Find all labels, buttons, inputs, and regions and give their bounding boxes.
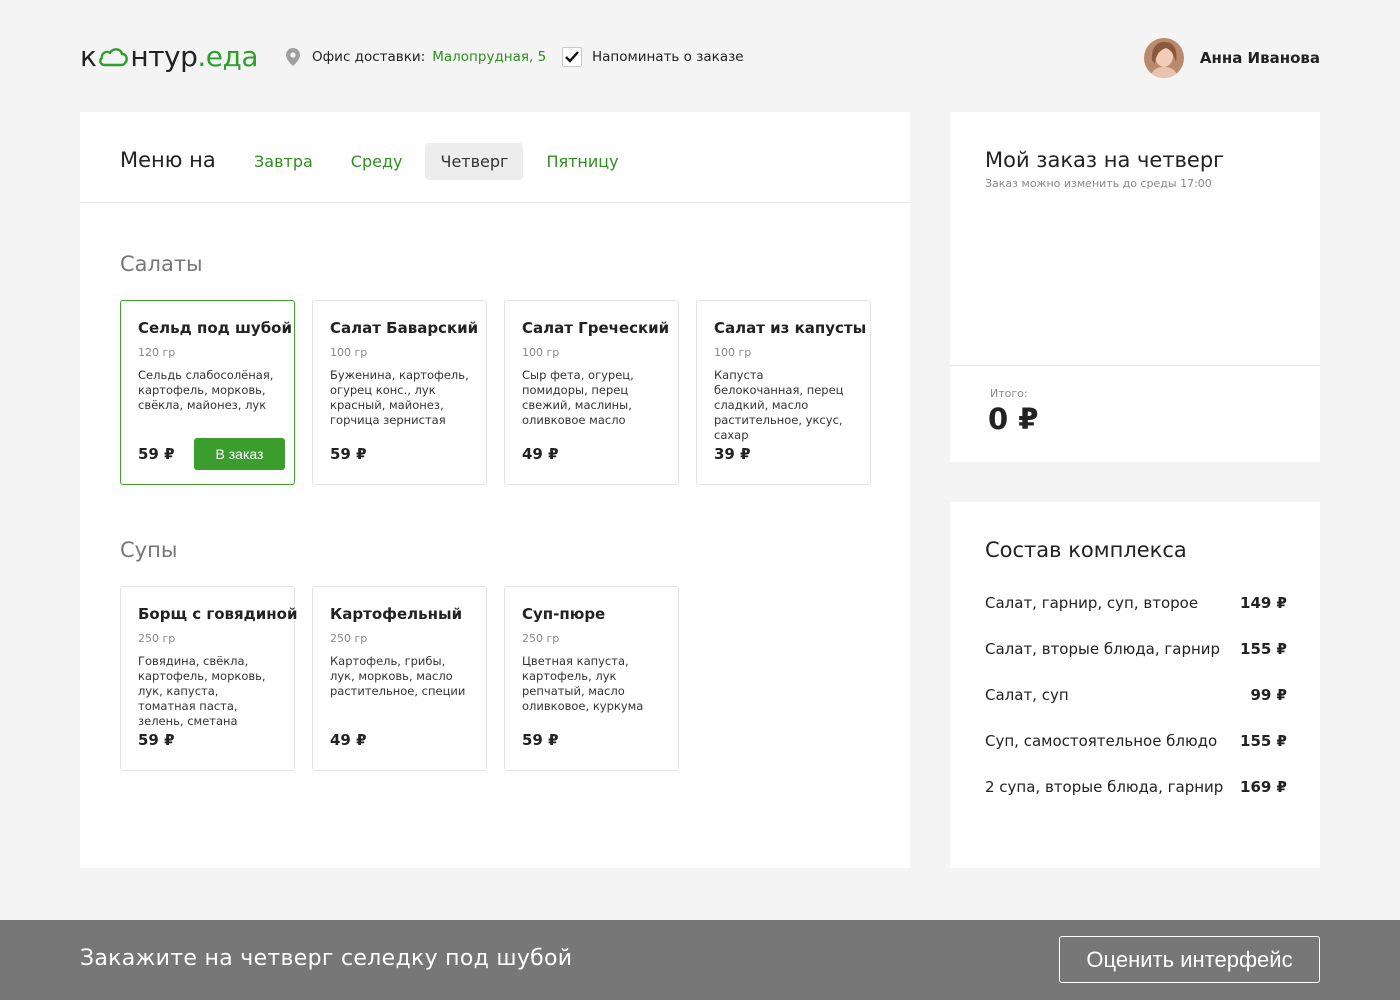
checkmark-icon xyxy=(565,51,579,63)
dish-description: Говядина, свёкла, картофель, морковь, лу… xyxy=(138,654,266,728)
complex-label: Суп, самостоятельное блюдо xyxy=(985,732,1218,750)
complex-row: Салат, суп 99 ₽ xyxy=(985,686,1287,704)
soups-list: Борщ с говядиной 250 гр Говядина, свёкла… xyxy=(120,586,696,771)
dish-price: 59 ₽ xyxy=(138,731,175,749)
complex-row: Салат, вторые блюда, гарнир 155 ₽ xyxy=(985,640,1287,658)
logo-text-k: к xyxy=(80,39,97,73)
cloud-logo-icon xyxy=(99,48,129,67)
avatar-image xyxy=(1143,38,1184,78)
complex-title: Состав комплекса xyxy=(985,538,1187,562)
dish-weight: 250 гр xyxy=(522,632,560,645)
dish-name: Сельд под шубой xyxy=(138,319,292,337)
dish-price: 49 ₽ xyxy=(330,731,367,749)
dish-description: Сельдь слабосолёная, картофель, морковь,… xyxy=(138,368,274,412)
complex-row: 2 супа, вторые блюда, гарнир 169 ₽ xyxy=(985,778,1287,796)
day-tabs: Завтра Среду Четверг Пятницу xyxy=(239,143,642,180)
dish-card[interactable]: Салат Баварский 100 гр Буженина, картофе… xyxy=(312,300,487,485)
complex-price: 149 ₽ xyxy=(1240,594,1287,612)
dish-weight: 100 гр xyxy=(714,346,752,359)
complex-price: 155 ₽ xyxy=(1240,640,1287,658)
dish-card[interactable]: Картофельный 250 гр Картофель, грибы, лу… xyxy=(312,586,487,771)
add-to-order-button[interactable]: В заказ xyxy=(194,438,285,470)
complex-label: Салат, суп xyxy=(985,686,1069,704)
complex-label: Салат, вторые блюда, гарнир xyxy=(985,640,1221,658)
location-pin-icon xyxy=(286,48,300,66)
logo-text-eda: еда xyxy=(205,39,259,73)
menu-day-selector: Меню на Завтра Среду Четверг Пятницу xyxy=(80,112,910,203)
office-label: Офис доставки: xyxy=(312,49,426,65)
menu-title: Меню на xyxy=(120,148,216,172)
order-deadline-note: Заказ можно изменить до среды 17:00 xyxy=(985,177,1212,190)
dish-price: 49 ₽ xyxy=(522,445,559,463)
complex-row: Суп, самостоятельное блюдо 155 ₽ xyxy=(985,732,1287,750)
dish-name: Борщ с говядиной xyxy=(138,605,298,623)
dish-card[interactable]: Салат из капусты 100 гр Капуста белокоча… xyxy=(696,300,871,485)
menu-panel: Меню на Завтра Среду Четверг Пятницу Сал… xyxy=(80,112,910,868)
total-label: Итого: xyxy=(990,387,1028,400)
dish-description: Цветная капуста, картофель, лук репчатый… xyxy=(522,654,644,713)
dish-name: Салат Греческий xyxy=(522,319,670,337)
tab-tomorrow[interactable]: Завтра xyxy=(239,143,328,180)
rate-interface-button[interactable]: Оценить интерфейс xyxy=(1059,936,1320,983)
tab-wednesday[interactable]: Среду xyxy=(336,143,418,180)
tab-thursday[interactable]: Четверг xyxy=(425,143,524,180)
dish-weight: 250 гр xyxy=(330,632,368,645)
user-profile[interactable]: Анна Иванова xyxy=(1143,38,1320,78)
remind-option[interactable]: Напоминать о заказе xyxy=(562,47,744,67)
dish-name: Салат Баварский xyxy=(330,319,479,337)
remind-checkbox[interactable] xyxy=(562,47,582,67)
complex-price: 99 ₽ xyxy=(1250,686,1287,704)
dish-card[interactable]: Суп-пюре 250 гр Цветная капуста, картофе… xyxy=(504,586,679,771)
avatar[interactable] xyxy=(1143,38,1184,78)
complex-label: Салат, гарнир, суп, второе xyxy=(985,594,1199,612)
office-address-link[interactable]: Малопрудная, 5 xyxy=(432,49,546,65)
tab-friday[interactable]: Пятницу xyxy=(531,143,633,180)
dish-card[interactable]: Салат Греческий 100 гр Сыр фета, огурец,… xyxy=(504,300,679,485)
user-name: Анна Иванова xyxy=(1199,49,1320,67)
header: к нтур. еда Офис доставки: Малопрудная, 5… xyxy=(80,36,1320,80)
order-title: Мой заказ на четверг xyxy=(985,148,1225,172)
dish-weight: 100 гр xyxy=(522,346,560,359)
dish-weight: 100 гр xyxy=(330,346,368,359)
total-value: 0 ₽ xyxy=(988,402,1039,436)
dish-price: 59 ₽ xyxy=(138,445,175,463)
dish-description: Сыр фета, огурец, помидоры, перец свежий… xyxy=(522,368,634,427)
dish-description: Картофель, грибы, лук, морковь, масло ра… xyxy=(330,654,466,698)
logo-text-ntur: нтур xyxy=(130,39,198,73)
dish-name: Салат из капусты xyxy=(714,319,867,337)
dish-card[interactable]: Борщ с говядиной 250 гр Говядина, свёкла… xyxy=(120,586,298,771)
dish-card[interactable]: Сельд под шубой 120 гр Сельдь слабосолён… xyxy=(120,300,295,485)
divider xyxy=(950,365,1320,366)
dish-weight: 120 гр xyxy=(138,346,176,359)
dish-name: Картофельный xyxy=(330,605,463,623)
complex-panel: Состав комплекса Салат, гарнир, суп, вто… xyxy=(950,502,1320,868)
dish-name: Суп-пюре xyxy=(522,605,606,623)
dish-price: 59 ₽ xyxy=(522,731,559,749)
dish-price: 39 ₽ xyxy=(714,445,751,463)
dish-description: Капуста белокочанная, перец сладкий, мас… xyxy=(714,368,844,442)
dish-price: 59 ₽ xyxy=(330,445,367,463)
complex-price: 169 ₽ xyxy=(1240,778,1287,796)
complex-row: Салат, гарнир, суп, второе 149 ₽ xyxy=(985,594,1287,612)
dish-weight: 250 гр xyxy=(138,632,176,645)
logo[interactable]: к нтур. еда xyxy=(80,38,259,74)
section-title-salads: Салаты xyxy=(120,252,203,276)
delivery-office: Офис доставки: Малопрудная, 5 xyxy=(286,48,546,66)
footer-bar: Закажите на четверг селедку под шубой Оц… xyxy=(0,920,1400,1000)
complex-label: 2 супа, вторые блюда, гарнир xyxy=(985,778,1224,796)
salads-list: Сельд под шубой 120 гр Сельдь слабосолён… xyxy=(120,300,888,485)
complex-price: 155 ₽ xyxy=(1240,732,1287,750)
logo-text-dot: . xyxy=(197,39,206,73)
dish-description: Буженина, картофель, огурец конс., лук к… xyxy=(330,368,469,427)
footer-hint: Закажите на четверг селедку под шубой xyxy=(80,946,573,971)
section-title-soups: Супы xyxy=(120,538,178,562)
order-panel: Мой заказ на четверг Заказ можно изменит… xyxy=(950,112,1320,462)
remind-label: Напоминать о заказе xyxy=(592,49,744,65)
